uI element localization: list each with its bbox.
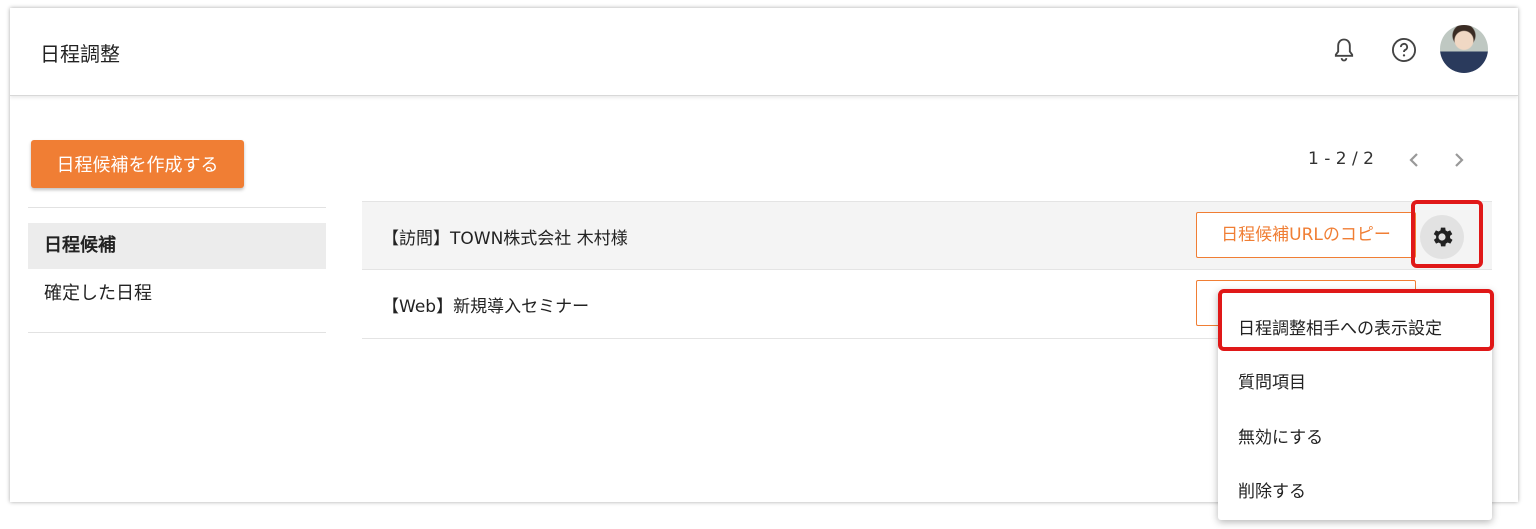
chevron-left-icon[interactable] [1406, 150, 1422, 170]
schedule-title: 【Web】新規導入セミナー [382, 297, 590, 317]
menu-item-disable[interactable]: 無効にする [1238, 423, 1323, 448]
sidebar-item-confirmed[interactable]: 確定した日程 [28, 271, 326, 317]
bell-icon[interactable] [1330, 36, 1358, 64]
help-icon[interactable] [1390, 36, 1418, 64]
create-schedule-button[interactable]: 日程候補を作成する [31, 140, 244, 188]
pagination-range: 1 - 2 / 2 [1308, 149, 1374, 169]
sidebar-divider [28, 207, 326, 208]
menu-highlight-box [1218, 289, 1494, 351]
menu-item-questions[interactable]: 質問項目 [1238, 368, 1306, 393]
copy-url-button[interactable]: 日程候補URLのコピー [1196, 212, 1416, 258]
list-item[interactable]: 【訪問】TOWN株式会社 木村様 日程候補URLのコピー [362, 201, 1492, 270]
menu-item-delete[interactable]: 削除する [1238, 477, 1306, 502]
user-avatar[interactable] [1440, 25, 1488, 73]
chevron-right-icon[interactable] [1451, 150, 1467, 170]
schedule-title: 【訪問】TOWN株式会社 木村様 [382, 229, 628, 249]
sidebar-divider [28, 332, 326, 333]
page-title: 日程調整 [40, 42, 120, 66]
gear-highlight-box [1411, 200, 1483, 268]
sidebar-item-candidates[interactable]: 日程候補 [28, 223, 326, 269]
app-header: 日程調整 [10, 8, 1518, 96]
